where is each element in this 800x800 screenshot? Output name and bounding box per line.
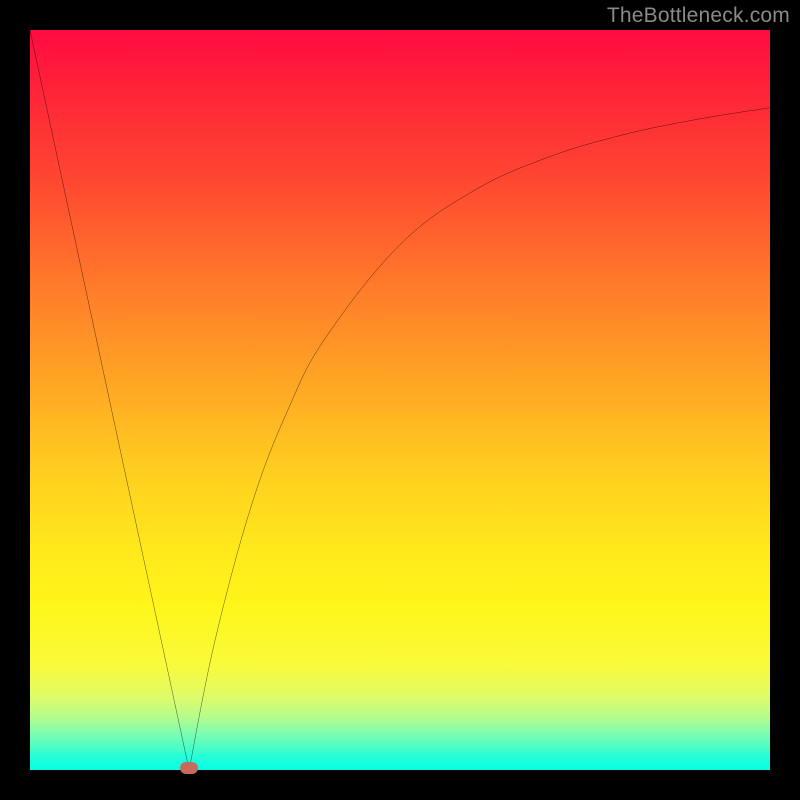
curve-svg: [30, 30, 770, 770]
plot-area: [30, 30, 770, 770]
chart-frame: TheBottleneck.com: [0, 0, 800, 800]
watermark-text: TheBottleneck.com: [607, 4, 790, 28]
bottleneck-curve: [30, 30, 770, 770]
min-marker-icon: [180, 762, 198, 774]
